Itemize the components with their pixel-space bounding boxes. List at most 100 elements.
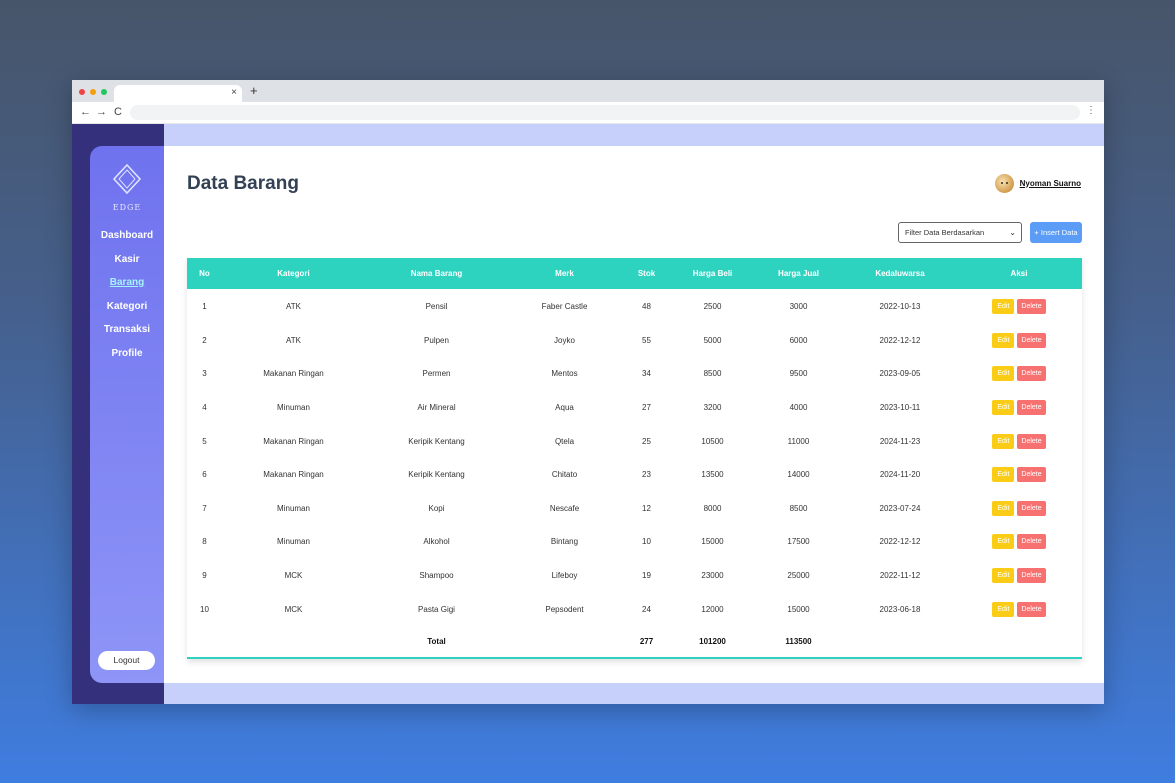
- forward-icon[interactable]: →: [96, 105, 107, 119]
- delete-button[interactable]: Delete: [1017, 332, 1046, 348]
- cell-harga-beli: 15000: [701, 537, 724, 547]
- cell-stok: 10: [642, 537, 651, 547]
- filter-select[interactable]: Filter Data Berdasarkan ⌄: [898, 222, 1022, 243]
- cell-kedaluwarsa: 2022-12-12: [879, 537, 921, 547]
- cell-stok: 27: [642, 403, 651, 413]
- cell-no: 2: [202, 335, 207, 345]
- cell-kedaluwarsa: 2022-10-13: [879, 302, 921, 312]
- cell-no: 9: [202, 571, 207, 581]
- total-harga-beli: 101200: [699, 637, 726, 647]
- cell-nama: Pensil: [425, 302, 448, 312]
- cell-aksi: Edit Delete: [956, 568, 1082, 584]
- cell-kategori: Makanan Ringan: [263, 470, 324, 480]
- browser-menu-icon[interactable]: ⋮: [1086, 105, 1096, 116]
- edit-button[interactable]: Edit: [992, 366, 1015, 382]
- sidebar-item-barang[interactable]: Barang: [90, 276, 164, 300]
- column-header: Merk: [555, 269, 574, 278]
- browser-window: × + ← → C ⋮ EDGE Dashboard Kasir Barang …: [72, 80, 1104, 704]
- cell-merk: Chitato: [551, 470, 578, 480]
- cell-kedaluwarsa: 2022-12-12: [879, 335, 921, 345]
- new-tab-icon[interactable]: +: [250, 84, 258, 98]
- edit-button[interactable]: Edit: [992, 568, 1015, 584]
- sidebar-nav: Dashboard Kasir Barang Kategori Transaks…: [90, 229, 164, 370]
- reload-icon[interactable]: C: [114, 105, 122, 119]
- edit-button[interactable]: Edit: [992, 500, 1015, 516]
- column-header: No: [199, 269, 210, 278]
- table-row: 6 Makanan Ringan Keripik Kentang Chitato…: [187, 458, 1082, 492]
- cell-kategori: Makanan Ringan: [263, 436, 324, 446]
- delete-button[interactable]: Delete: [1017, 467, 1046, 483]
- cell-nama: Air Mineral: [417, 403, 456, 413]
- column-header: Kategori: [277, 269, 310, 278]
- cell-kedaluwarsa: 2024-11-23: [879, 436, 921, 446]
- column-header: Kedaluwarsa: [875, 269, 925, 278]
- delete-button[interactable]: Delete: [1017, 366, 1046, 382]
- cell-stok: 55: [642, 335, 651, 345]
- delete-button[interactable]: Delete: [1017, 534, 1046, 550]
- total-harga-jual: 113500: [785, 637, 812, 647]
- cell-stok: 24: [642, 604, 651, 614]
- app-area: EDGE Dashboard Kasir Barang Kategori Tra…: [72, 124, 1104, 704]
- delete-button[interactable]: Delete: [1017, 568, 1046, 584]
- cell-nama: Shampoo: [419, 571, 454, 581]
- cell-nama: Pulpen: [424, 335, 449, 345]
- cell-nama: Kopi: [428, 503, 445, 513]
- avatar[interactable]: [994, 173, 1014, 193]
- url-input[interactable]: [130, 105, 1080, 120]
- cell-aksi: Edit Delete: [956, 433, 1082, 449]
- edit-button[interactable]: Edit: [992, 433, 1015, 449]
- cell-aksi: Edit Delete: [956, 601, 1082, 617]
- close-tab-icon[interactable]: ×: [231, 87, 237, 99]
- close-window-dot[interactable]: [79, 89, 85, 95]
- sidebar-item-kasir[interactable]: Kasir: [90, 253, 164, 277]
- edit-button[interactable]: Edit: [992, 534, 1015, 550]
- sidebar-item-transaksi[interactable]: Transaksi: [90, 323, 164, 347]
- cell-kedaluwarsa: 2024-11-20: [879, 470, 921, 480]
- total-stok: 277: [639, 637, 654, 647]
- delete-button[interactable]: Delete: [1017, 500, 1046, 516]
- sidebar-item-kategori[interactable]: Kategori: [90, 300, 164, 324]
- logout-button[interactable]: Logout: [98, 651, 155, 670]
- user-profile[interactable]: Nyoman Suarno: [994, 172, 1081, 194]
- back-icon[interactable]: ←: [80, 105, 91, 119]
- cell-kategori: MCK: [284, 571, 303, 581]
- cell-harga-beli: 2500: [703, 302, 722, 312]
- cell-kedaluwarsa: 2022-11-12: [879, 571, 921, 581]
- delete-button[interactable]: Delete: [1017, 601, 1046, 617]
- sidebar-item-dashboard[interactable]: Dashboard: [90, 229, 164, 253]
- edit-button[interactable]: Edit: [992, 467, 1015, 483]
- cell-merk: Joyko: [554, 335, 575, 345]
- cell-stok: 23: [642, 470, 651, 480]
- address-bar: ← → C ⋮: [72, 102, 1104, 124]
- column-header: Stok: [637, 269, 656, 278]
- browser-tab[interactable]: ×: [114, 85, 242, 102]
- cell-nama: Alkohol: [423, 537, 450, 547]
- cell-merk: Bintang: [550, 537, 579, 547]
- insert-data-button[interactable]: + Insert Data: [1030, 222, 1082, 243]
- minimize-window-dot[interactable]: [90, 89, 96, 95]
- edit-button[interactable]: Edit: [992, 601, 1015, 617]
- table-row: 10 MCK Pasta Gigi Pepsodent 24 12000 150…: [187, 592, 1082, 626]
- cell-no: 8: [202, 537, 207, 547]
- sidebar-item-profile[interactable]: Profile: [90, 347, 164, 371]
- cell-harga-jual: 9500: [789, 369, 808, 379]
- cell-harga-beli: 5000: [703, 335, 722, 345]
- user-name-link[interactable]: Nyoman Suarno: [1020, 179, 1081, 188]
- delete-button[interactable]: Delete: [1017, 400, 1046, 416]
- edit-button[interactable]: Edit: [992, 400, 1015, 416]
- main-content: Data Barang Nyoman Suarno Filter Data Be…: [164, 146, 1104, 683]
- cell-harga-beli: 8500: [703, 369, 722, 379]
- delete-button[interactable]: Delete: [1017, 299, 1046, 315]
- cell-nama: Keripik Kentang: [408, 470, 465, 480]
- cell-kategori: Makanan Ringan: [263, 369, 324, 379]
- cell-kedaluwarsa: 2023-10-11: [879, 403, 921, 413]
- delete-button[interactable]: Delete: [1017, 433, 1046, 449]
- table-row: 2 ATK Pulpen Joyko 55 5000 6000 2022-12-…: [187, 324, 1082, 358]
- cell-stok: 34: [642, 369, 651, 379]
- cell-harga-jual: 11000: [787, 436, 810, 446]
- cell-no: 7: [202, 503, 207, 513]
- column-header: Harga Jual: [778, 269, 819, 278]
- edit-button[interactable]: Edit: [992, 299, 1015, 315]
- edit-button[interactable]: Edit: [992, 332, 1015, 348]
- maximize-window-dot[interactable]: [101, 89, 107, 95]
